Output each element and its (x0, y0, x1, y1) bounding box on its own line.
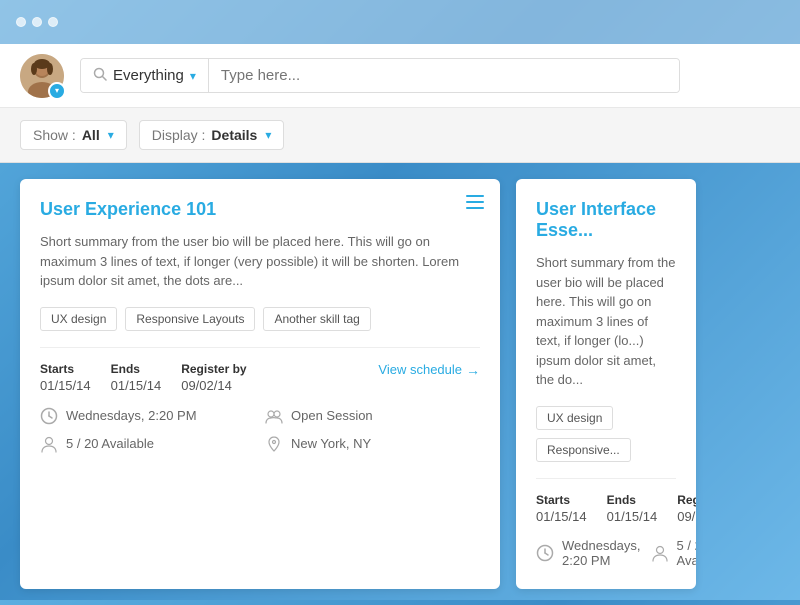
session-type: Open Session (265, 407, 480, 425)
filters-bar: Show : All ▾ Display : Details ▾ (0, 108, 800, 163)
session-time-text: Wednesdays, 2:20 PM (66, 408, 197, 423)
course-card-2: User Interface Esse... Short summary fro… (516, 179, 696, 589)
ends-value: 01/15/14 (111, 378, 162, 393)
header: Everything ▾ (0, 44, 800, 108)
main-content: User Experience 101 Short summary from t… (0, 163, 800, 605)
person-icon (40, 435, 58, 453)
show-filter-chevron: ▾ (108, 128, 114, 142)
skill-tags-2: UX design Responsive... (536, 406, 676, 462)
starts-label-2: Starts (536, 493, 587, 507)
search-category-label: Everything (113, 67, 184, 84)
clock-icon-2 (536, 544, 554, 562)
skill-tag-2-responsive[interactable]: Responsive... (536, 438, 631, 462)
card-divider-2 (536, 478, 676, 479)
show-filter-value: All (82, 127, 100, 143)
schedule-dates-2: Starts 01/15/14 Ends 01/15/14 Reg... 09/… (536, 493, 696, 524)
skill-tag-another[interactable]: Another skill tag (263, 307, 370, 331)
display-filter-label: Display : (152, 127, 206, 143)
session-time: Wednesdays, 2:20 PM (40, 407, 255, 425)
card-menu-icon[interactable] (466, 195, 484, 214)
display-filter-chevron: ▾ (265, 128, 271, 142)
avatar-container[interactable] (20, 54, 64, 98)
course-card-1: User Experience 101 Short summary from t… (20, 179, 500, 589)
register-value: 09/02/14 (181, 378, 246, 393)
session-availability-2: 5 / 20 Available (651, 538, 696, 568)
session-details-2: Wednesdays, 2:20 PM 5 / 20 Available (536, 538, 676, 568)
session-type-text: Open Session (291, 408, 373, 423)
register-item: Register by 09/02/14 (181, 362, 246, 393)
starts-item-2: Starts 01/15/14 (536, 493, 587, 524)
session-time-2: Wednesdays, 2:20 PM (536, 538, 641, 568)
session-location: New York, NY (265, 435, 480, 453)
skill-tag-ux[interactable]: UX design (40, 307, 117, 331)
ends-value-2: 01/15/14 (607, 509, 658, 524)
starts-item: Starts 01/15/14 (40, 362, 91, 393)
search-icon (93, 67, 107, 84)
search-container: Everything ▾ (80, 58, 680, 93)
location-icon (265, 435, 283, 453)
session-location-text: New York, NY (291, 436, 371, 451)
starts-value: 01/15/14 (40, 378, 91, 393)
course-title-2[interactable]: User Interface Esse... (536, 199, 676, 241)
schedule-info-2: Starts 01/15/14 Ends 01/15/14 Reg... 09/… (536, 493, 676, 524)
window-dot-3 (48, 17, 58, 27)
show-filter-label: Show : (33, 127, 76, 143)
group-icon (265, 407, 283, 425)
ends-item: Ends 01/15/14 (111, 362, 162, 393)
window-controls (16, 17, 58, 27)
session-availability-text-2: 5 / 20 Available (677, 538, 696, 568)
arrow-right-icon: → (466, 362, 480, 378)
ends-label-2: Ends (607, 493, 658, 507)
skill-tags-1: UX design Responsive Layouts Another ski… (40, 307, 480, 331)
ends-item-2: Ends 01/15/14 (607, 493, 658, 524)
session-details-1: Wednesdays, 2:20 PM Open Session 5 / 20 … (40, 407, 480, 453)
register-label-2: Reg... (677, 493, 696, 507)
schedule-dates-1: Starts 01/15/14 Ends 01/15/14 Register b… (40, 362, 247, 393)
view-schedule-text: View schedule (378, 362, 462, 377)
ends-label: Ends (111, 362, 162, 376)
course-summary-2: Short summary from the user bio will be … (536, 253, 676, 390)
register-value-2: 09/... (677, 509, 696, 524)
clock-icon (40, 407, 58, 425)
search-category-selector[interactable]: Everything ▾ (81, 59, 209, 92)
view-schedule-link[interactable]: View schedule → (378, 362, 480, 378)
skill-tag-2-ux[interactable]: UX design (536, 406, 613, 430)
register-item-2: Reg... 09/... (677, 493, 696, 524)
card-divider-1 (40, 347, 480, 348)
top-bar (0, 0, 800, 44)
starts-label: Starts (40, 362, 91, 376)
register-label: Register by (181, 362, 246, 376)
course-title-1[interactable]: User Experience 101 (40, 199, 480, 220)
starts-value-2: 01/15/14 (536, 509, 587, 524)
session-time-text-2: Wednesdays, 2:20 PM (562, 538, 641, 568)
window-dot-1 (16, 17, 26, 27)
person-icon-2 (651, 544, 669, 562)
course-summary-1: Short summary from the user bio will be … (40, 232, 480, 291)
show-filter[interactable]: Show : All ▾ (20, 120, 127, 150)
display-filter-value: Details (211, 127, 257, 143)
skill-tag-responsive[interactable]: Responsive Layouts (125, 307, 255, 331)
window-dot-2 (32, 17, 42, 27)
session-availability-text: 5 / 20 Available (66, 436, 154, 451)
search-input[interactable] (209, 59, 679, 92)
avatar-dropdown-badge[interactable] (48, 82, 66, 100)
schedule-info-1: Starts 01/15/14 Ends 01/15/14 Register b… (40, 362, 480, 393)
search-category-chevron: ▾ (190, 69, 196, 83)
display-filter[interactable]: Display : Details ▾ (139, 120, 285, 150)
session-availability: 5 / 20 Available (40, 435, 255, 453)
